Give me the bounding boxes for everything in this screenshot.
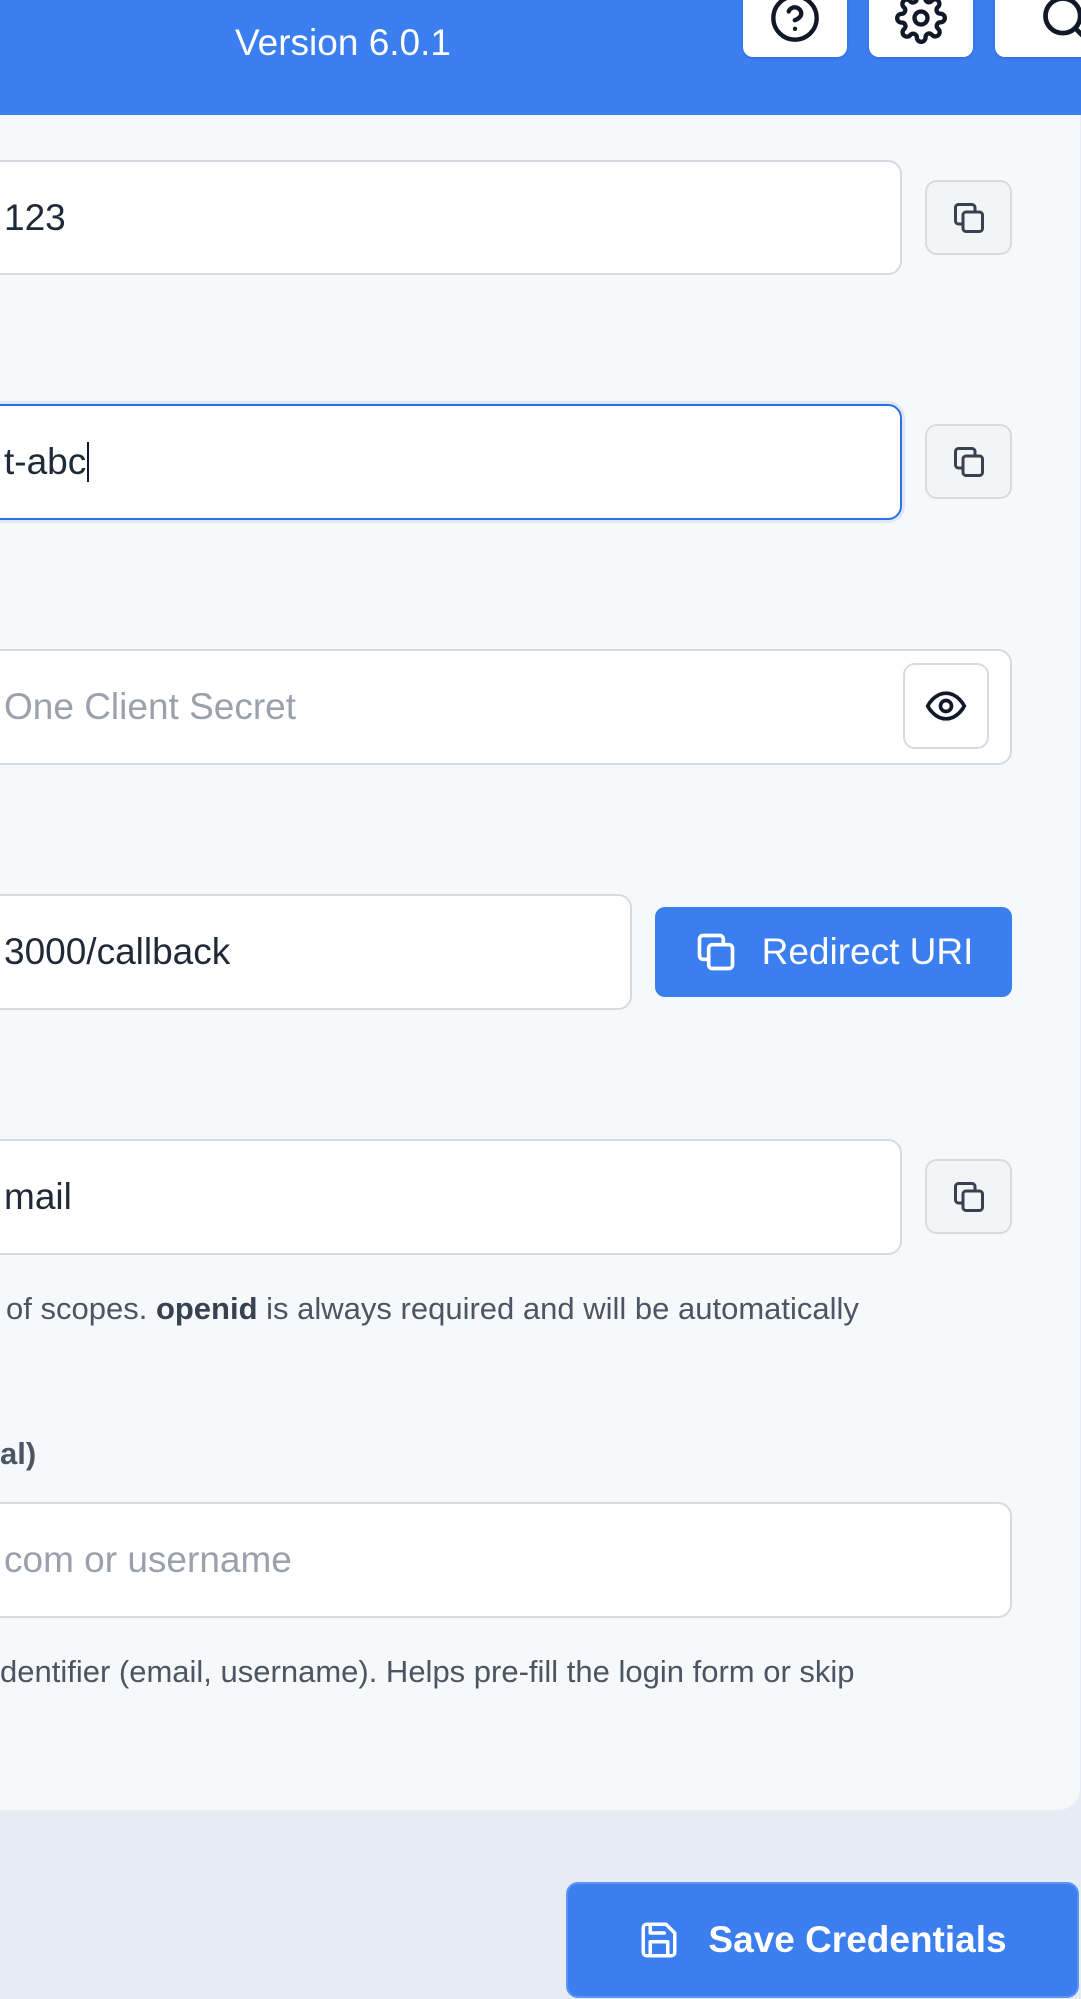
app-header: Version 6.0.1 [0,0,1081,115]
search-icon [1043,0,1081,37]
save-credentials-label: Save Credentials [708,1919,1007,1960]
copy-icon [953,202,984,233]
redirect-uri-button-label: Redirect URI [761,931,974,972]
copy-icon [953,1181,984,1212]
toggle-secret-visibility-button[interactable] [903,663,989,749]
scopes-help-text: of scopes. openid is always required and… [6,1291,859,1327]
copy-client-id-button[interactable] [925,180,1012,255]
copy-icon [697,933,734,971]
copy-client-name-button[interactable] [925,424,1012,499]
help-button[interactable] [743,0,847,57]
eye-icon [925,691,967,721]
help-circle-icon [771,0,819,42]
login-hint-placeholder: com or username [4,1539,292,1580]
scopes-value: mail [4,1176,72,1217]
scopes-help-suffix: is always required and will be automatic… [266,1291,859,1326]
copy-icon [953,446,984,477]
client-secret-placeholder: One Client Secret [4,686,297,727]
version-label: Version 6.0.1 [235,22,451,63]
login-hint-input[interactable]: com or username [0,1502,1012,1618]
client-name-value: t-abc [4,441,87,482]
login-hint-label: al) [0,1436,37,1471]
login-hint-help-text: dentifier (email, username). Helps pre-f… [0,1654,855,1689]
text-caret [87,442,90,482]
client-secret-input[interactable]: One Client Secret [0,649,1012,765]
search-button[interactable] [995,0,1081,57]
save-credentials-button[interactable]: Save Credentials [566,1882,1079,1998]
scopes-input[interactable]: mail [0,1139,902,1255]
settings-button[interactable] [869,0,973,57]
gear-icon [895,0,947,44]
redirect-uri-value: 3000/callback [4,931,231,972]
copy-scopes-button[interactable] [925,1159,1012,1234]
save-icon [641,1922,677,1958]
client-name-input[interactable]: t-abc [0,404,902,520]
redirect-uri-input[interactable]: 3000/callback [0,894,632,1010]
scopes-help-prefix: of scopes. [6,1291,148,1326]
scopes-help-bold: openid [155,1291,258,1326]
client-id-input[interactable]: 123 [0,160,902,275]
copy-redirect-uri-button[interactable]: Redirect URI [655,907,1012,997]
client-id-value: 123 [4,196,66,238]
